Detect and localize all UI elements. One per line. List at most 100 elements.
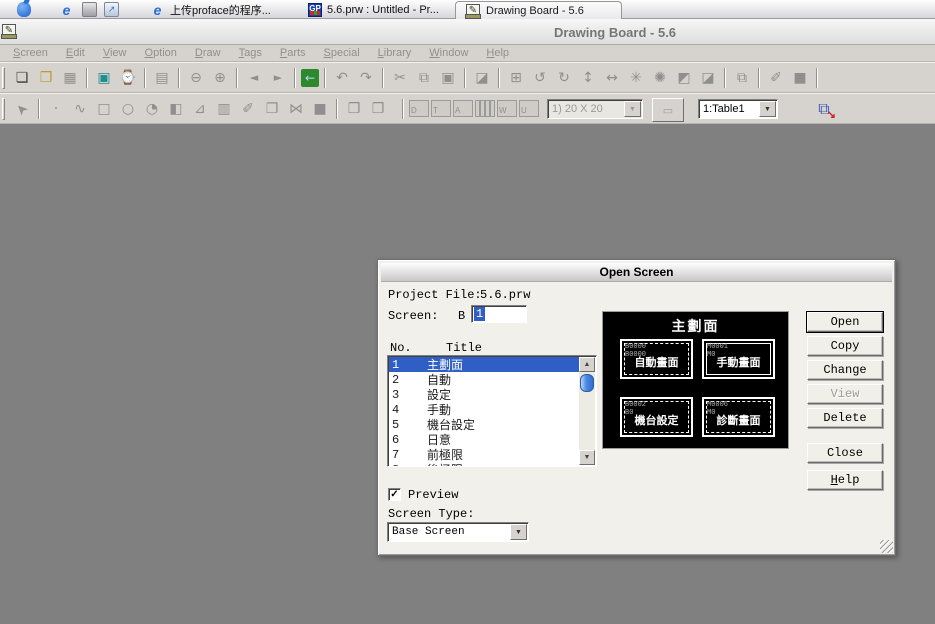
screen-list[interactable]: 1 主劃面 2 自動 3 設定 4 手動 5 機台設定 [387,355,597,467]
polyline-tool-icon[interactable]: ∿ [69,98,91,120]
dialog-titlebar[interactable]: Open Screen [381,263,892,282]
change-button[interactable]: Change [807,360,883,380]
menu-tags[interactable]: Tags [230,47,271,59]
simulate-icon[interactable]: ▤ [151,67,173,89]
help-button[interactable]: Help [807,470,883,490]
menu-draw[interactable]: Draw [186,47,230,59]
stamp-icon[interactable]: ❒ [343,98,365,120]
dot-tool-icon[interactable]: · [45,98,67,120]
scale-tool-icon[interactable]: ▥ [213,98,235,120]
toolbar-grip[interactable] [2,67,5,89]
list-item[interactable]: 7 前極限 [389,447,581,462]
chevron-down-icon[interactable]: ▼ [510,524,527,540]
chevron-down-icon[interactable]: ▼ [759,101,776,117]
menu-library[interactable]: Library [369,47,421,59]
scrollbar-thumb[interactable] [580,374,594,392]
open-screen-icon[interactable]: ❒ [35,67,57,89]
menu-screen[interactable]: Screen [4,47,57,59]
library-user-icon[interactable]: U [519,100,539,117]
delete-button[interactable]: Delete [807,408,883,428]
screen-image-icon[interactable]: ❐ [261,98,283,120]
library-text-icon[interactable]: T [431,100,451,117]
library-load-icon[interactable]: D [409,100,429,117]
list-item[interactable]: 4 手動 [389,402,581,417]
filled-square-icon[interactable]: ■ [309,98,331,120]
flip-horizontal-icon[interactable]: ↔ [601,67,623,89]
table-editor-icon[interactable]: ⧉ ↘ [811,97,837,122]
stamp2-icon[interactable]: ❒ [367,98,389,120]
table-select-combo[interactable]: 1:Table1 ▼ [698,99,778,119]
library-attr-icon[interactable]: A [453,100,473,117]
list-item[interactable]: 5 機台設定 [389,417,581,432]
pen-check-icon[interactable]: ✐ [765,67,787,89]
library-window-icon[interactable]: W [497,100,517,117]
save-icon[interactable]: ▦ [59,67,81,89]
list-item[interactable]: 3 設定 [389,387,581,402]
mark-tool-icon[interactable]: ⋈ [285,98,307,120]
fill-tool-icon[interactable]: ◧ [165,98,187,120]
rectangle-tool-icon[interactable]: □ [93,98,115,120]
redo-icon[interactable]: ↷ [355,67,377,89]
taskbar-item-project[interactable]: GP 5.6.prw : Untitled - Pr... [308,1,439,18]
list-item[interactable]: 6 日意 [389,432,581,447]
menu-view[interactable]: View [94,47,136,59]
open-button[interactable]: Open [807,312,883,332]
copy-button[interactable]: Copy [807,336,883,356]
list-item[interactable]: 8 後極限 [389,462,581,467]
scroll-down-icon[interactable]: ▼ [579,450,595,465]
shade-right-icon[interactable]: ◪ [697,67,719,89]
shade-left-icon[interactable]: ◩ [673,67,695,89]
scroll-up-icon[interactable]: ▲ [579,357,595,372]
tile-display-button[interactable]: ▭ [652,98,684,122]
menu-option[interactable]: Option [136,47,186,59]
shrink-icon[interactable]: ✳ [625,67,647,89]
arc-tool-icon[interactable]: ◔ [141,98,163,120]
fill-rect-icon[interactable]: ■ [789,67,811,89]
close-button[interactable]: Close [807,443,883,463]
undo-icon[interactable]: ↶ [331,67,353,89]
rotate-cw-icon[interactable]: ↻ [553,67,575,89]
menu-help[interactable]: Help [477,47,518,59]
duplicate-icon[interactable]: ⊞ [505,67,527,89]
rotate-ccw-icon[interactable]: ↺ [529,67,551,89]
taskbar-item-proface-upload[interactable]: e 上传proface的程序... [150,1,271,18]
copy-icon[interactable]: ⧉ [413,67,435,89]
screen-type-dropdown[interactable]: Base Screen ▼ [387,522,529,542]
flip-vertical-icon[interactable]: ↕ [577,67,599,89]
preview-checkbox[interactable]: ✓ [388,488,401,501]
alarm-editor-icon[interactable]: ⌚ [117,67,139,89]
scrollbar[interactable]: ▲ ▼ [579,357,595,465]
next-screen-icon[interactable]: ► [267,67,289,89]
zoom-out-icon[interactable]: ⊖ [185,67,207,89]
menu-special[interactable]: Special [315,47,369,59]
select-tool-icon[interactable]: ➤ [6,93,37,124]
ie-icon[interactable]: e [59,2,74,17]
list-item[interactable]: 2 自動 [389,372,581,387]
screen-number-input[interactable]: 1 [471,305,527,323]
cut-icon[interactable]: ✂ [389,67,411,89]
library-pattern-icon[interactable] [475,100,495,117]
menu-edit[interactable]: Edit [57,47,94,59]
erase-icon[interactable]: ◪ [471,67,493,89]
menu-window[interactable]: Window [420,47,477,59]
chevron-down-icon[interactable]: ▼ [624,101,641,117]
exit-icon[interactable]: ← [301,69,319,87]
enlarge-icon[interactable]: ✺ [649,67,671,89]
grid-size-combo[interactable]: 1) 20 X 20 ▼ [547,99,643,119]
toolbar-grip[interactable] [2,98,5,120]
screen-transfer-icon[interactable]: ▣ [93,67,115,89]
menu-parts[interactable]: Parts [271,47,315,59]
drive-icon[interactable] [82,2,97,17]
group-icon[interactable]: ⧉ [731,67,753,89]
taskbar-item-drawing-board-active[interactable]: ✎ Drawing Board - 5.6 [455,1,622,19]
apple-icon[interactable] [17,2,31,17]
zoom-in-icon[interactable]: ⊕ [209,67,231,89]
resize-grip[interactable] [880,540,893,553]
text-tool-icon[interactable]: ✐ [237,98,259,120]
paste-icon[interactable]: ▣ [437,67,459,89]
new-screen-icon[interactable]: ❏ [11,67,33,89]
ie-shortcut-icon[interactable]: ↗ [104,2,119,17]
previous-screen-icon[interactable]: ◄ [243,67,265,89]
polygon-tool-icon[interactable]: ⊿ [189,98,211,120]
list-item[interactable]: 1 主劃面 [389,357,581,372]
